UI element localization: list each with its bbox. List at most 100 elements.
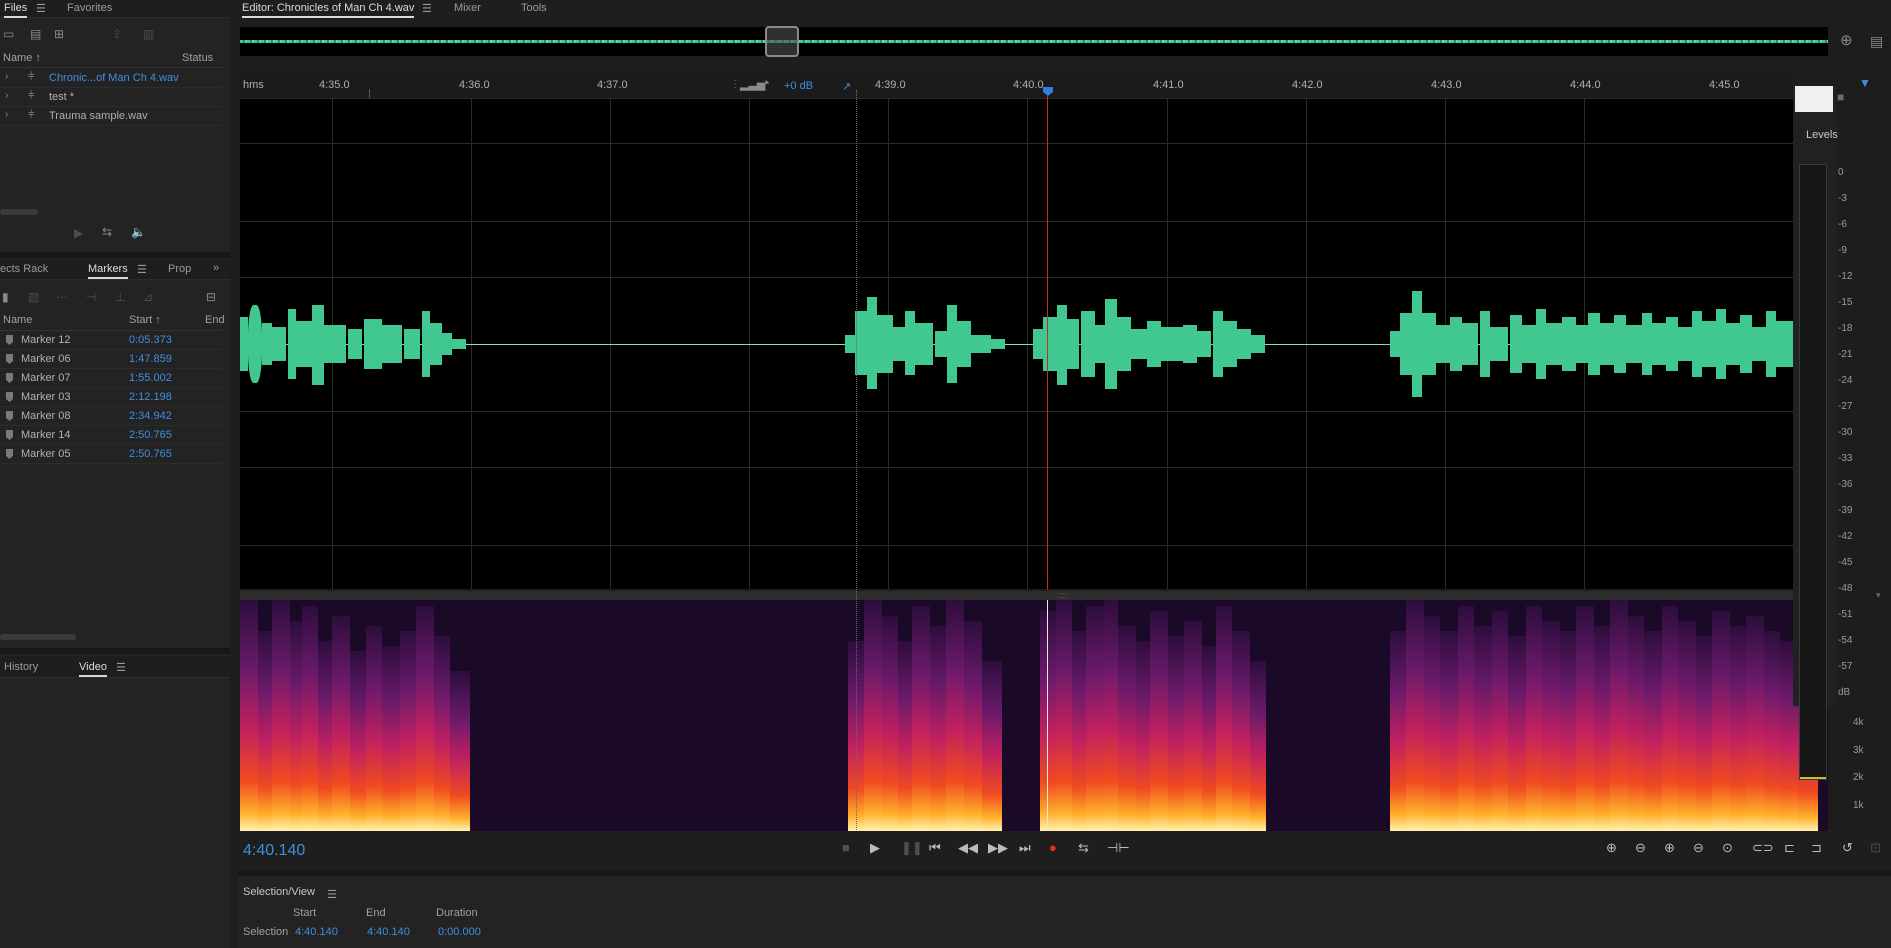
levels-pin-icon[interactable]: ▼ [1859,76,1871,90]
selection-end-value[interactable]: 4:40.140 [367,926,410,938]
current-time-display[interactable]: 4:40.140 [243,842,305,860]
delete-file-icon[interactable]: ▥ [143,27,154,41]
tab-markers[interactable]: Markers [88,261,128,279]
zoom-out-time-icon[interactable]: ⊖ [1693,840,1704,856]
marker-row[interactable]: Marker 12 0:05.373 [0,331,222,350]
levels-dropdown-icon[interactable]: ▾ [1876,588,1881,602]
spectral-display[interactable] [240,600,1828,831]
markers-scrollbar[interactable] [0,634,76,640]
panel-divider[interactable] [0,648,230,654]
playhead-line[interactable] [1047,90,1048,590]
skip-selection-button[interactable]: ⊣⊢ [1107,840,1130,856]
files-col-name[interactable]: Name ↑ [3,52,41,64]
marker-start[interactable]: 1:55.002 [129,372,172,384]
record-button[interactable]: ● [1049,840,1057,855]
tab-favorites[interactable]: Favorites [67,0,112,18]
markers-col-name[interactable]: Name [3,314,32,326]
selection-start-value[interactable]: 4:40.140 [295,926,338,938]
marker-row[interactable]: Marker 03 2:12.198 [0,388,222,407]
zoom-in-amplitude-icon[interactable]: ⊕ [1606,840,1617,856]
zoom-reset-icon[interactable]: ↺ [1842,840,1853,856]
tab-history[interactable]: History [4,659,38,677]
panel-options-icon[interactable]: ▤ [1870,34,1883,48]
markers-menu-icon[interactable]: ☰ [137,263,147,276]
overflow-chevron-icon[interactable]: » [213,262,219,274]
selection-view-menu-icon[interactable]: ☰ [327,888,337,901]
time-ruler[interactable]: hms 4:35.0 4:36.0 4:37.0 4:39.0 4:40.0 4… [240,73,1793,99]
selection-view-title[interactable]: Selection/View [243,886,315,898]
marker-start[interactable]: 2:50.765 [129,429,172,441]
import-file-icon[interactable]: ▤ [30,27,41,41]
expand-chevron-icon[interactable]: › [5,109,8,120]
new-file-icon[interactable]: ⊞ [54,27,64,41]
pause-button[interactable]: ❚❚ [901,840,923,856]
selection-duration-value[interactable]: 0:00.000 [438,926,481,938]
marker-start[interactable]: 1:47.859 [129,353,172,365]
zoom-selection-icon[interactable]: ⊂⊃ [1752,840,1774,856]
zoom-full-icon[interactable]: ⊙ [1722,840,1733,856]
panel-divider[interactable] [0,252,230,258]
file-row[interactable]: › ⫩ test * [0,88,222,107]
open-file-icon[interactable]: ▭ [3,27,14,41]
tab-video[interactable]: Video [79,659,107,677]
editor-menu-icon[interactable]: ☰ [422,2,432,15]
files-menu-icon[interactable]: ☰ [36,2,46,15]
batch-process-icon[interactable]: ⊿ [143,290,153,304]
marker-row[interactable]: Marker 06 1:47.859 [0,350,222,369]
overview-zoom-handle[interactable] [765,26,799,57]
marker-row[interactable]: Marker 14 2:50.765 [0,426,222,445]
insert-marker-icon[interactable]: ⊣ [86,290,96,304]
zoom-crosshair-icon[interactable]: ⊕ [1840,33,1853,48]
zoom-out-amplitude-icon[interactable]: ⊖ [1635,840,1646,856]
file-row[interactable]: › ⫩ Trauma sample.wav [0,107,222,126]
marker-row[interactable]: Marker 07 1:55.002 [0,369,222,388]
zoom-in-right-icon[interactable]: ⊐ [1811,840,1822,856]
marker-row[interactable]: Marker 05 2:50.765 [0,445,222,464]
tab-effects-rack[interactable]: ects Rack [0,261,48,279]
loop-preview-icon[interactable]: ⇆ [102,225,112,239]
splitter-grip-icon[interactable]: :::: [1058,591,1067,600]
move-to-next-button[interactable]: ⏭ [1019,840,1031,856]
expand-chevron-icon[interactable]: › [5,90,8,101]
tab-properties[interactable]: Prop [168,261,191,279]
tab-editor[interactable]: Editor: Chronicles of Man Ch 4.wav [242,0,415,18]
export-markers-icon[interactable]: ⊥ [115,290,125,304]
insert-into-multitrack-icon[interactable]: ⇪ [112,27,122,41]
add-marker-icon[interactable]: ▮ [2,290,9,304]
expand-chevron-icon[interactable]: › [5,71,8,82]
video-menu-icon[interactable]: ☰ [116,661,126,674]
grip-icon[interactable]: ⋮ [730,78,740,92]
zoom-options-icon[interactable]: ⊡ [1870,840,1881,856]
loop-playback-button[interactable]: ⇆ [1078,840,1089,856]
marker-start[interactable]: 2:50.765 [129,448,172,460]
play-preview-icon[interactable]: ▶ [74,226,83,240]
delete-marker-icon[interactable]: ▥ [28,290,39,304]
markers-col-end[interactable]: End [205,314,225,326]
overview-navigator[interactable] [240,27,1828,56]
levels-close-icon[interactable]: ■ [1837,90,1844,104]
tab-tools[interactable]: Tools [521,0,547,18]
marker-options-icon[interactable]: ⊟ [206,290,216,304]
autoplay-speaker-icon[interactable]: 🔈 [131,225,146,239]
gain-value[interactable]: +0 dB [784,80,813,92]
stop-button[interactable]: ■ [842,840,850,855]
move-to-previous-button[interactable]: ⏮ [929,840,941,856]
files-col-status[interactable]: Status [182,52,213,64]
play-button[interactable]: ▶ [870,840,880,856]
tab-mixer[interactable]: Mixer [454,0,481,18]
files-scrollbar[interactable] [0,209,38,215]
merge-markers-icon[interactable]: ⋯ [56,290,68,304]
pin-icon[interactable]: ↗ [842,80,851,94]
zoom-in-time-icon[interactable]: ⊕ [1664,840,1675,856]
marker-row[interactable]: Marker 08 2:34.942 [0,407,222,426]
view-splitter[interactable]: :::: [240,591,1793,600]
markers-col-start[interactable]: Start ↑ [129,314,161,326]
file-row[interactable]: › ⫩ Chronic...of Man Ch 4.wav [0,69,222,88]
fast-forward-button[interactable]: ▶▶ [988,840,1008,856]
playhead-line-spectral[interactable] [1047,600,1048,831]
gain-knob-icon[interactable]: ◔ [761,76,770,91]
marker-start[interactable]: 2:34.942 [129,410,172,422]
zoom-in-left-icon[interactable]: ⊏ [1784,840,1795,856]
tab-files[interactable]: Files [4,0,28,18]
marker-start[interactable]: 0:05.373 [129,334,172,346]
